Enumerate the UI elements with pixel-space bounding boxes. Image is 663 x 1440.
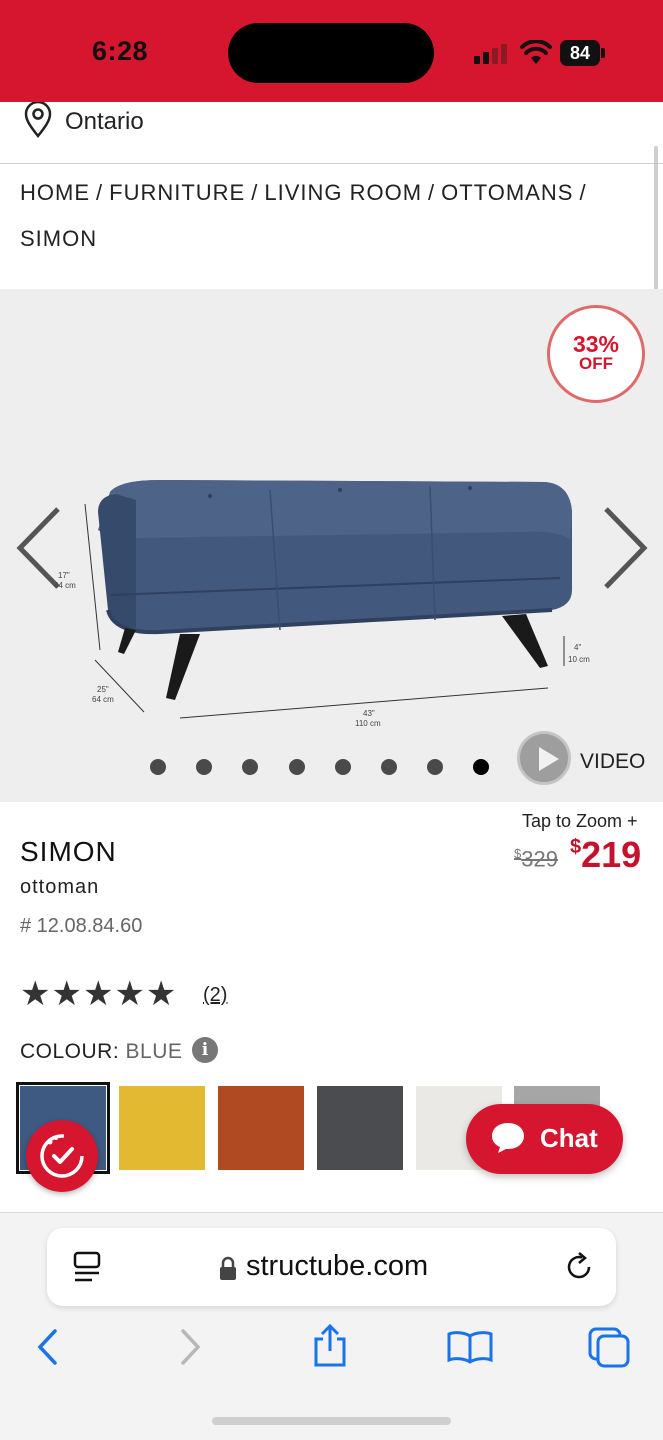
- tabs-icon[interactable]: [586, 1325, 632, 1369]
- tap-to-zoom[interactable]: Tap to Zoom +: [522, 811, 638, 832]
- original-price-value: 329: [521, 846, 558, 872]
- dim-width-cm: 110 cm: [355, 719, 381, 728]
- status-bar: 6:28 84: [0, 0, 663, 102]
- dim-leg: 4": [574, 643, 581, 652]
- lock-icon: [220, 1256, 236, 1280]
- bookmarks-icon[interactable]: [446, 1330, 494, 1364]
- store-location[interactable]: Ontario: [0, 102, 663, 164]
- chevron-right-icon[interactable]: [600, 505, 650, 591]
- reload-icon[interactable]: [562, 1250, 596, 1284]
- colour-swatch-rust[interactable]: [218, 1086, 304, 1170]
- chat-button[interactable]: Chat: [466, 1104, 623, 1174]
- dim-depth: 25": [97, 685, 109, 694]
- colour-value: BLUE: [125, 1040, 183, 1063]
- battery-icon: 84: [560, 40, 600, 66]
- breadcrumb-separator: /: [579, 180, 587, 205]
- breadcrumb-living-room[interactable]: LIVING ROOM: [264, 180, 422, 205]
- dim-width: 43": [363, 709, 375, 718]
- forward-icon[interactable]: [178, 1328, 204, 1366]
- star-rating-icon: ★★★★★: [20, 975, 178, 1013]
- video-label[interactable]: VIDEO: [580, 750, 645, 774]
- breadcrumb-ottomans[interactable]: OTTOMANS: [441, 180, 573, 205]
- breadcrumb-current: SIMON: [20, 226, 98, 251]
- dim-leg-cm: 10 cm: [568, 655, 590, 664]
- breadcrumb-separator: /: [96, 180, 104, 205]
- sale-price-currency: $: [570, 836, 582, 858]
- chat-label: Chat: [540, 1123, 598, 1153]
- gallery-dot[interactable]: [288, 759, 305, 775]
- gallery-dot[interactable]: [150, 759, 166, 775]
- dim-height-cm: 44 cm: [54, 581, 76, 590]
- product-sku: # 12.08.84.60: [20, 915, 143, 937]
- discount-badge: 33% OFF: [547, 305, 645, 403]
- accessibility-icon: [40, 1134, 84, 1178]
- info-icon[interactable]: i: [192, 1037, 218, 1063]
- product-type: ottoman: [20, 876, 100, 898]
- play-video-icon[interactable]: [517, 731, 571, 785]
- accessibility-button[interactable]: [26, 1120, 98, 1192]
- colour-label: COLOUR: BLUE: [20, 1040, 182, 1064]
- gallery-dot[interactable]: [381, 759, 397, 775]
- breadcrumb-home[interactable]: HOME: [20, 180, 90, 205]
- location-label: Ontario: [65, 108, 144, 135]
- dynamic-island: [228, 23, 434, 83]
- discount-percent: 33%: [572, 331, 620, 357]
- breadcrumb-separator: /: [251, 180, 259, 205]
- breadcrumb: HOME / FURNITURE / LIVING ROOM / OTTOMANS / SIMO…: [20, 170, 635, 262]
- breadcrumb-separator: /: [428, 180, 436, 205]
- reader-mode-icon[interactable]: [72, 1250, 104, 1284]
- colour-label-text: COLOUR:: [20, 1040, 120, 1063]
- product-name: SIMON: [20, 836, 117, 867]
- dim-height: 17": [58, 571, 70, 580]
- cellular-signal-icon: [474, 42, 508, 64]
- battery-nub: [601, 48, 605, 58]
- sale-price-value: 219: [581, 834, 642, 875]
- colour-swatch-charcoal[interactable]: [317, 1086, 403, 1170]
- url-text[interactable]: structube.com: [246, 1250, 428, 1283]
- home-indicator[interactable]: [212, 1417, 451, 1425]
- discount-off: OFF: [579, 354, 613, 373]
- status-time: 6:28: [92, 36, 149, 66]
- colour-swatch-yellow[interactable]: [119, 1086, 205, 1170]
- original-price: $329: [514, 846, 558, 872]
- product-image[interactable]: 17" 44 cm 25" 64 cm 43" 110 cm 4" 10 cm: [40, 460, 600, 735]
- sale-price: $219: [570, 834, 641, 876]
- gallery-dot[interactable]: [334, 759, 351, 775]
- review-count-link[interactable]: (2): [203, 984, 227, 1007]
- back-icon[interactable]: [34, 1328, 60, 1366]
- chat-bubble-icon: [492, 1123, 524, 1153]
- dim-depth-cm: 64 cm: [92, 695, 114, 704]
- wifi-icon: [520, 40, 552, 64]
- share-icon[interactable]: [310, 1323, 350, 1369]
- breadcrumb-furniture[interactable]: FURNITURE: [109, 180, 245, 205]
- location-pin-icon: [24, 102, 52, 138]
